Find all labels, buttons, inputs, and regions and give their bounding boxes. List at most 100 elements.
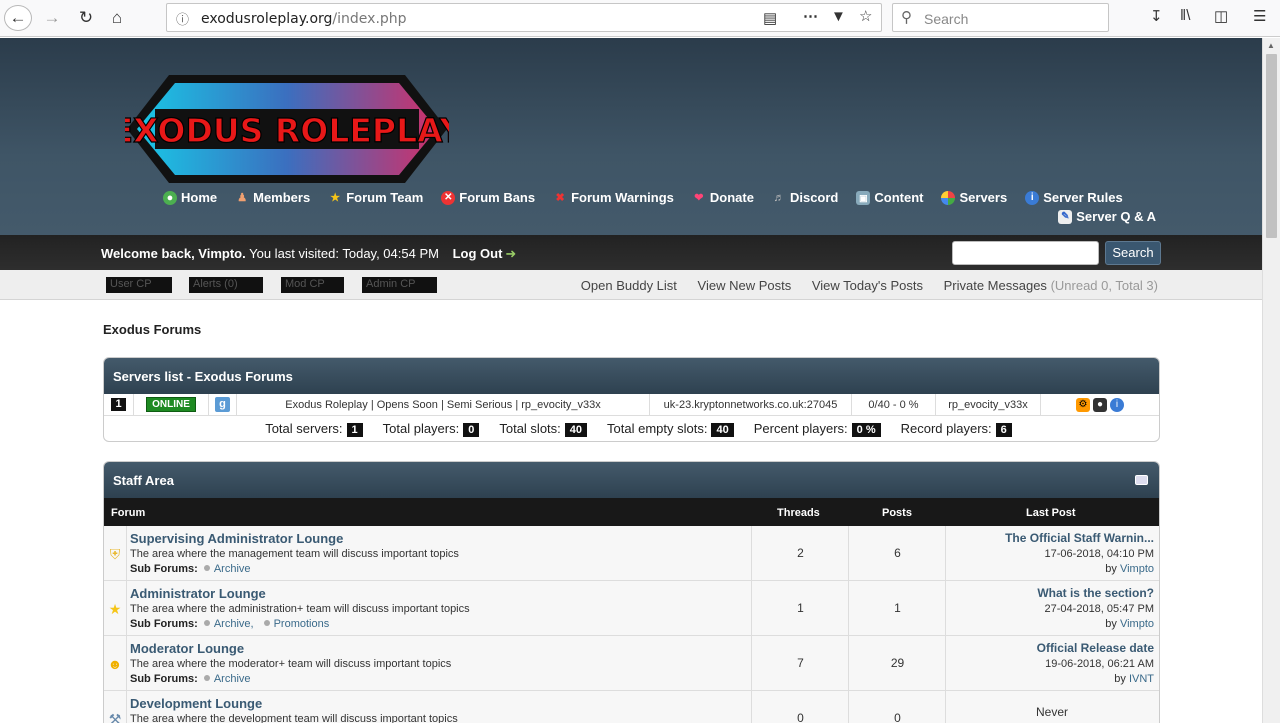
server-players: 0/40 - 0 % xyxy=(852,393,936,416)
home-icon[interactable]: ⌂ xyxy=(103,5,131,31)
last-post-title[interactable]: The Official Staff Warnin... xyxy=(950,531,1154,545)
address-bar[interactable]: ⓘ exodusroleplay.org/index.php ▤ ⋯ ▼ ☆ xyxy=(166,3,882,32)
forum-title[interactable]: Moderator Lounge xyxy=(130,641,748,656)
welcome-bar: Welcome back, Vimpto. You last visited: … xyxy=(0,235,1262,270)
record-players: Record players: 6 xyxy=(901,421,1012,437)
private-messages-link[interactable]: Private Messages xyxy=(944,278,1047,293)
forum-search-button[interactable]: Search xyxy=(1105,241,1161,265)
user-panel-bar: User CP Alerts (0) Mod CP Admin CP Open … xyxy=(0,270,1262,300)
subforum-link[interactable]: Archive xyxy=(214,563,251,575)
servers-panel: Servers list - Exodus Forums 1 ONLINE g … xyxy=(103,357,1160,442)
nav-content[interactable]: ▣ Content xyxy=(856,188,923,207)
library-icon[interactable]: ‖\ xyxy=(1180,7,1190,24)
buddy-list-link[interactable]: Open Buddy List xyxy=(581,278,677,293)
subforum-link[interactable]: Promotions xyxy=(274,618,330,630)
pie-icon xyxy=(941,190,956,205)
nav-forum-warnings[interactable]: ✖ Forum Warnings xyxy=(553,188,674,207)
user-cp-button[interactable]: User CP xyxy=(106,277,172,293)
pocket-icon[interactable]: ▼ xyxy=(831,8,846,25)
post-count: 0 xyxy=(850,691,946,723)
bookmark-star-icon[interactable]: ☆ xyxy=(859,7,872,25)
forum-row: ☻ Moderator Lounge The area where the mo… xyxy=(104,636,1159,691)
download-icon[interactable]: ↧ xyxy=(1150,7,1163,25)
admin-cp-button[interactable]: Admin CP xyxy=(362,277,437,293)
scroll-up-icon[interactable]: ▲ xyxy=(1267,41,1275,50)
last-post: The Official Staff Warnin... 17-06-2018,… xyxy=(947,526,1157,581)
browser-toolbar: ← → ↻ ⌂ ⓘ exodusroleplay.org/index.php ▤… xyxy=(0,0,1280,37)
forum-search-input[interactable] xyxy=(952,241,1099,265)
info-icon[interactable]: ⓘ xyxy=(176,9,189,28)
last-post-title[interactable]: Official Release date xyxy=(950,641,1154,655)
site-logo[interactable]: EXODUS ROLEPLAY xyxy=(125,73,449,185)
collapse-icon[interactable] xyxy=(1135,475,1148,485)
last-post-date: 19-06-2018, 06:21 AM xyxy=(1045,658,1154,670)
nav-discord[interactable]: ♬ Discord xyxy=(772,188,838,207)
col-posts: Posts xyxy=(882,507,912,519)
reload-icon[interactable]: ↻ xyxy=(72,5,100,31)
reader-view-icon[interactable]: ▤ xyxy=(763,9,777,27)
more-icon[interactable]: ⋯ xyxy=(803,7,818,25)
thread-count: 7 xyxy=(753,636,849,691)
nav-forum-team[interactable]: ★ Forum Team xyxy=(328,188,423,207)
logout-link[interactable]: Log Out xyxy=(453,246,503,261)
forum-description: The area where the moderator+ team will … xyxy=(130,658,452,670)
steam-icon[interactable]: ● xyxy=(1093,397,1107,412)
back-icon[interactable]: ← xyxy=(4,5,32,31)
speaker-icon: ♬ xyxy=(773,191,785,204)
nav-server-qa[interactable]: ✎ Server Q & A xyxy=(1058,207,1156,226)
scroll-thumb[interactable] xyxy=(1266,54,1277,238)
col-threads: Threads xyxy=(777,507,820,519)
forum-row: ★ Administrator Lounge The area where th… xyxy=(104,581,1159,636)
breadcrumb[interactable]: Exodus Forums xyxy=(103,322,201,337)
forum-description: The area where the development team will… xyxy=(130,713,458,723)
last-post-user[interactable]: Vimpto xyxy=(1120,563,1154,575)
last-post-user[interactable]: IVNT xyxy=(1129,673,1154,685)
shield-icon: ⛨ xyxy=(109,546,121,562)
nav-servers[interactable]: Servers xyxy=(941,188,1007,207)
nav-forum-bans[interactable]: ✕ Forum Bans xyxy=(441,188,535,207)
forward-icon[interactable]: → xyxy=(38,5,66,31)
sidebar-icon[interactable]: ◫ xyxy=(1214,7,1228,25)
todays-posts-link[interactable]: View Today's Posts xyxy=(812,278,923,293)
alerts-button[interactable]: Alerts (0) xyxy=(189,277,263,293)
forum-columns-header: Forum Threads Posts Last Post xyxy=(104,498,1159,526)
subforums: Sub Forums: Archive xyxy=(130,673,251,685)
forum-title[interactable]: Development Lounge xyxy=(130,696,748,711)
gmod-icon: g xyxy=(215,397,230,412)
last-post-date: 17-06-2018, 04:10 PM xyxy=(1044,548,1154,560)
nav-donate[interactable]: ❤ Donate xyxy=(692,188,754,207)
last-post-title[interactable]: What is the section? xyxy=(950,586,1154,600)
total-empty-slots: Total empty slots: 40 xyxy=(607,421,734,437)
nav-members[interactable]: ♟ Members xyxy=(235,188,310,207)
top-navigation: ● Home ♟ Members ★ Forum Team ✕ Forum Bans ✖… xyxy=(160,188,1160,226)
connect-icon[interactable]: ⚙ xyxy=(1076,397,1090,412)
total-servers: Total servers: 1 xyxy=(265,421,363,437)
server-info-icon[interactable]: i xyxy=(1110,397,1124,412)
monitor-icon: ▣ xyxy=(856,190,871,205)
search-icon: ⚲ xyxy=(901,9,912,26)
menu-icon[interactable]: ☰ xyxy=(1253,7,1266,25)
subforums: Sub Forums: Archive xyxy=(130,563,251,575)
pm-counts: (Unread 0, Total 3) xyxy=(1050,278,1158,293)
total-players: Total players: 0 xyxy=(383,421,480,437)
page-scrollbar[interactable]: ▲ xyxy=(1262,38,1280,723)
url-text: exodusroleplay.org/index.php xyxy=(201,11,407,27)
server-name: Exodus Roleplay | Opens Soon | Semi Seri… xyxy=(237,393,650,416)
forum-row: ⛨ Supervising Administrator Lounge The a… xyxy=(104,526,1159,581)
last-post-user[interactable]: Vimpto xyxy=(1120,618,1154,630)
forum-title[interactable]: Administrator Lounge xyxy=(130,586,748,601)
mod-cp-button[interactable]: Mod CP xyxy=(281,277,344,293)
nav-server-rules[interactable]: i Server Rules xyxy=(1025,188,1123,207)
browser-search-box[interactable]: ⚲ Search xyxy=(892,3,1109,32)
subforum-link[interactable]: Archive, xyxy=(214,618,254,630)
new-posts-link[interactable]: View New Posts xyxy=(698,278,792,293)
sub-links: Open Buddy List View New Posts View Toda… xyxy=(564,278,1158,293)
forum-title[interactable]: Supervising Administrator Lounge xyxy=(130,531,748,546)
post-count: 6 xyxy=(850,526,946,581)
nav-home[interactable]: ● Home xyxy=(163,188,217,207)
thread-count: 2 xyxy=(753,526,849,581)
post-count: 1 xyxy=(850,581,946,636)
logout-arrow-icon: ➜ xyxy=(505,246,517,261)
subforum-link[interactable]: Archive xyxy=(214,673,251,685)
percent-players: Percent players: 0 % xyxy=(754,421,881,437)
